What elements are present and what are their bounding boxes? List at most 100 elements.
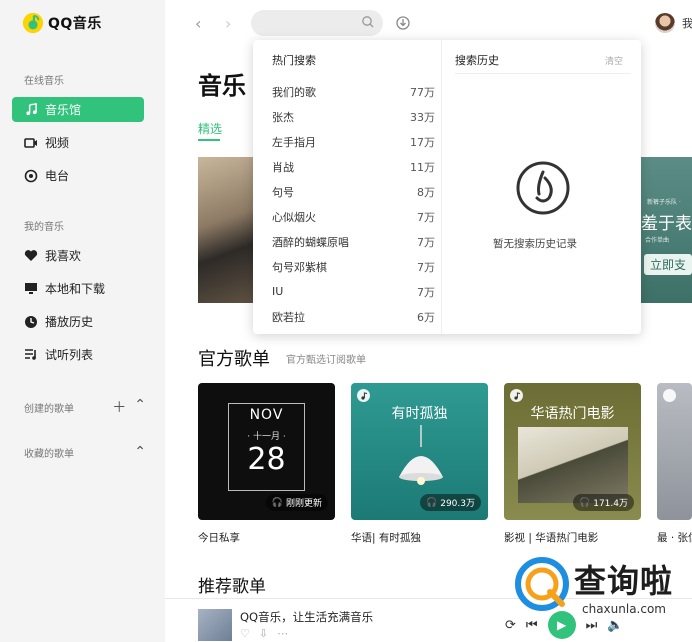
add-icon[interactable]: ＋ xyxy=(112,397,126,417)
playlist-icon xyxy=(24,348,38,362)
watermark: 查询啦 chaxunla.com xyxy=(512,554,692,620)
hot-search-term: 句号 xyxy=(272,185,294,199)
hot-search-item[interactable]: IU 7万 xyxy=(272,279,435,304)
now-playing-cover[interactable] xyxy=(198,609,232,641)
play-count-badge: 🎧 290.3万 xyxy=(420,494,481,511)
hot-search-count: 11万 xyxy=(410,160,435,174)
hot-search-term: 我们的歌 xyxy=(272,85,316,99)
playlist-card-movies[interactable]: 华语热门电影 🎧 171.4万 xyxy=(504,383,641,520)
hot-search-term: 欧若拉 xyxy=(272,310,305,324)
search-dropdown: 热门搜索 我们的歌 77万 张杰 33万 左手指月 17万 肖战 11万 句号 8万 心似烟火 7万酒… xyxy=(253,40,641,334)
search-input[interactable] xyxy=(251,10,383,36)
music-note-icon xyxy=(510,389,523,402)
official-playlists-subtitle: 官方甄选订阅歌单 xyxy=(286,355,366,366)
created-playlists-label: 创建的歌单 xyxy=(24,403,74,415)
search-icon[interactable] xyxy=(361,15,375,29)
hot-search-count: 7万 xyxy=(417,235,435,249)
playlist-card-lonely[interactable]: 有时孤独 🎧 290.3万 xyxy=(351,383,488,520)
sidebar-item-video[interactable]: 视频 xyxy=(12,130,144,155)
sidebar-item-label: 试听列表 xyxy=(45,348,94,362)
banner-title: 羞于表 xyxy=(641,214,692,234)
sidebar-item-label: 本地和下载 xyxy=(45,282,106,296)
download-icon[interactable]: ⇩ xyxy=(259,627,268,640)
headphones-icon: 🎧 xyxy=(271,497,283,508)
playlist-caption[interactable]: 最 · 张信 xyxy=(657,530,692,545)
hot-search-item[interactable]: 我们的歌 77万 xyxy=(272,79,435,104)
calendar-month: NOV xyxy=(249,407,284,423)
radio-icon xyxy=(24,169,38,183)
hot-search-term: 张杰 xyxy=(272,110,294,124)
playlist-caption[interactable]: 影视 | 华语热门电影 xyxy=(504,530,598,545)
cover-title: 有时孤独 xyxy=(391,406,448,422)
hot-search-title: 热门搜索 xyxy=(272,54,316,67)
playlist-card-partial[interactable] xyxy=(657,383,692,520)
music-note-icon xyxy=(357,389,370,402)
clear-history-button[interactable]: 清空 xyxy=(605,54,623,67)
hot-search-item[interactable]: 句号 8万 xyxy=(272,179,435,204)
music-note-icon xyxy=(663,389,676,402)
calendar-lunar: · 十一月 · xyxy=(247,432,286,442)
recommended-playlists-title: 推荐歌单 xyxy=(198,577,266,597)
tab-featured[interactable]: 精选 xyxy=(198,120,222,137)
playlist-caption[interactable]: 今日私享 xyxy=(198,530,240,545)
user-avatar[interactable] xyxy=(655,13,675,33)
clock-icon xyxy=(24,315,38,329)
hot-search-term: 酒醉的蝴蝶原唱 xyxy=(272,235,349,249)
sidebar-item-label: 播放历史 xyxy=(45,315,94,329)
sidebar-item-local-download[interactable]: 本地和下载 xyxy=(12,276,144,301)
watermark-url: chaxunla.com xyxy=(582,602,666,616)
more-icon[interactable]: ⋯ xyxy=(277,627,288,640)
like-icon[interactable]: ♡ xyxy=(240,627,250,640)
collected-playlists-label: 收藏的歌单 xyxy=(24,448,74,460)
hot-search-item[interactable]: 酒醉的蝴蝶原唱 7万 xyxy=(272,229,435,254)
now-playing-title[interactable]: QQ音乐，让生活充满音乐 xyxy=(240,609,373,625)
hot-search-count: 33万 xyxy=(410,110,435,124)
lamp-illustration xyxy=(399,425,443,485)
hot-search-count: 7万 xyxy=(417,260,435,274)
banner-button[interactable]: 立即支 xyxy=(644,254,692,275)
empty-history-icon xyxy=(516,161,570,215)
watermark-text: 查询啦 xyxy=(574,562,674,600)
play-count-badge: 🎧 171.4万 xyxy=(573,494,634,511)
sidebar-item-history[interactable]: 播放历史 xyxy=(12,309,144,334)
chevron-up-icon[interactable]: ⌃ xyxy=(134,397,146,417)
hot-search-item[interactable]: 左手指月 17万 xyxy=(272,129,435,154)
hot-search-count: 8万 xyxy=(417,185,435,199)
hot-search-item[interactable]: 心似烟火 7万 xyxy=(272,204,435,229)
hot-search-count: 7万 xyxy=(417,210,435,224)
sidebar: QQ音乐 在线音乐 音乐馆 视频 电台 我的音乐 我喜欢 本地和下载 播放历史 … xyxy=(0,0,165,642)
divider xyxy=(455,73,631,74)
qq-music-logo-icon xyxy=(22,12,44,34)
playlist-caption[interactable]: 华语| 有时孤独 xyxy=(351,530,421,545)
hot-search-item[interactable]: 欧若拉 6万 xyxy=(272,304,435,329)
hot-search-item[interactable]: 肖战 11万 xyxy=(272,154,435,179)
hot-search-count: 17万 xyxy=(410,135,435,149)
forward-arrow-icon[interactable]: › xyxy=(225,14,231,33)
official-playlists-title: 官方歌单 xyxy=(198,349,270,370)
banner-image-right[interactable]: 新裤子乐队 · 羞于表 合作单曲 立即支 xyxy=(641,157,692,303)
playlist-card-daily[interactable]: NOV · 十一月 · 28 🎧 刚刚更新 xyxy=(198,383,335,520)
created-playlists-group[interactable]: 创建的歌单 ＋ ⌃ xyxy=(24,397,146,417)
app-logo-text: QQ音乐 xyxy=(48,16,102,32)
movie-still-image xyxy=(518,427,628,503)
voice-search-icon[interactable] xyxy=(396,15,410,31)
sidebar-item-label: 电台 xyxy=(45,169,70,183)
back-arrow-icon[interactable]: ‹ xyxy=(195,14,201,33)
sidebar-item-trial-list[interactable]: 试听列表 xyxy=(12,342,144,367)
app-logo[interactable]: QQ音乐 xyxy=(22,12,102,34)
sidebar-item-music-hall[interactable]: 音乐馆 xyxy=(12,97,144,122)
hot-search-term: 肖战 xyxy=(272,160,294,174)
sidebar-item-radio[interactable]: 电台 xyxy=(12,163,144,188)
search-history-title: 搜索历史 xyxy=(455,54,499,67)
hot-search-term: 心似烟火 xyxy=(272,210,316,224)
play-count-badge: 🎧 刚刚更新 xyxy=(265,494,328,511)
sidebar-item-favorites[interactable]: 我喜欢 xyxy=(12,243,144,268)
user-name[interactable]: 我 xyxy=(682,15,692,31)
collected-playlists-group[interactable]: 收藏的歌单 ⌃ xyxy=(24,444,146,460)
hot-search-item[interactable]: 张杰 33万 xyxy=(272,104,435,129)
hot-search-item[interactable]: 句号邓紫棋 7万 xyxy=(272,254,435,279)
video-icon xyxy=(24,136,38,150)
page-title: 音乐 xyxy=(198,72,246,100)
banner-artist: 新裤子乐队 · xyxy=(647,199,681,206)
chevron-up-icon[interactable]: ⌃ xyxy=(134,444,146,460)
